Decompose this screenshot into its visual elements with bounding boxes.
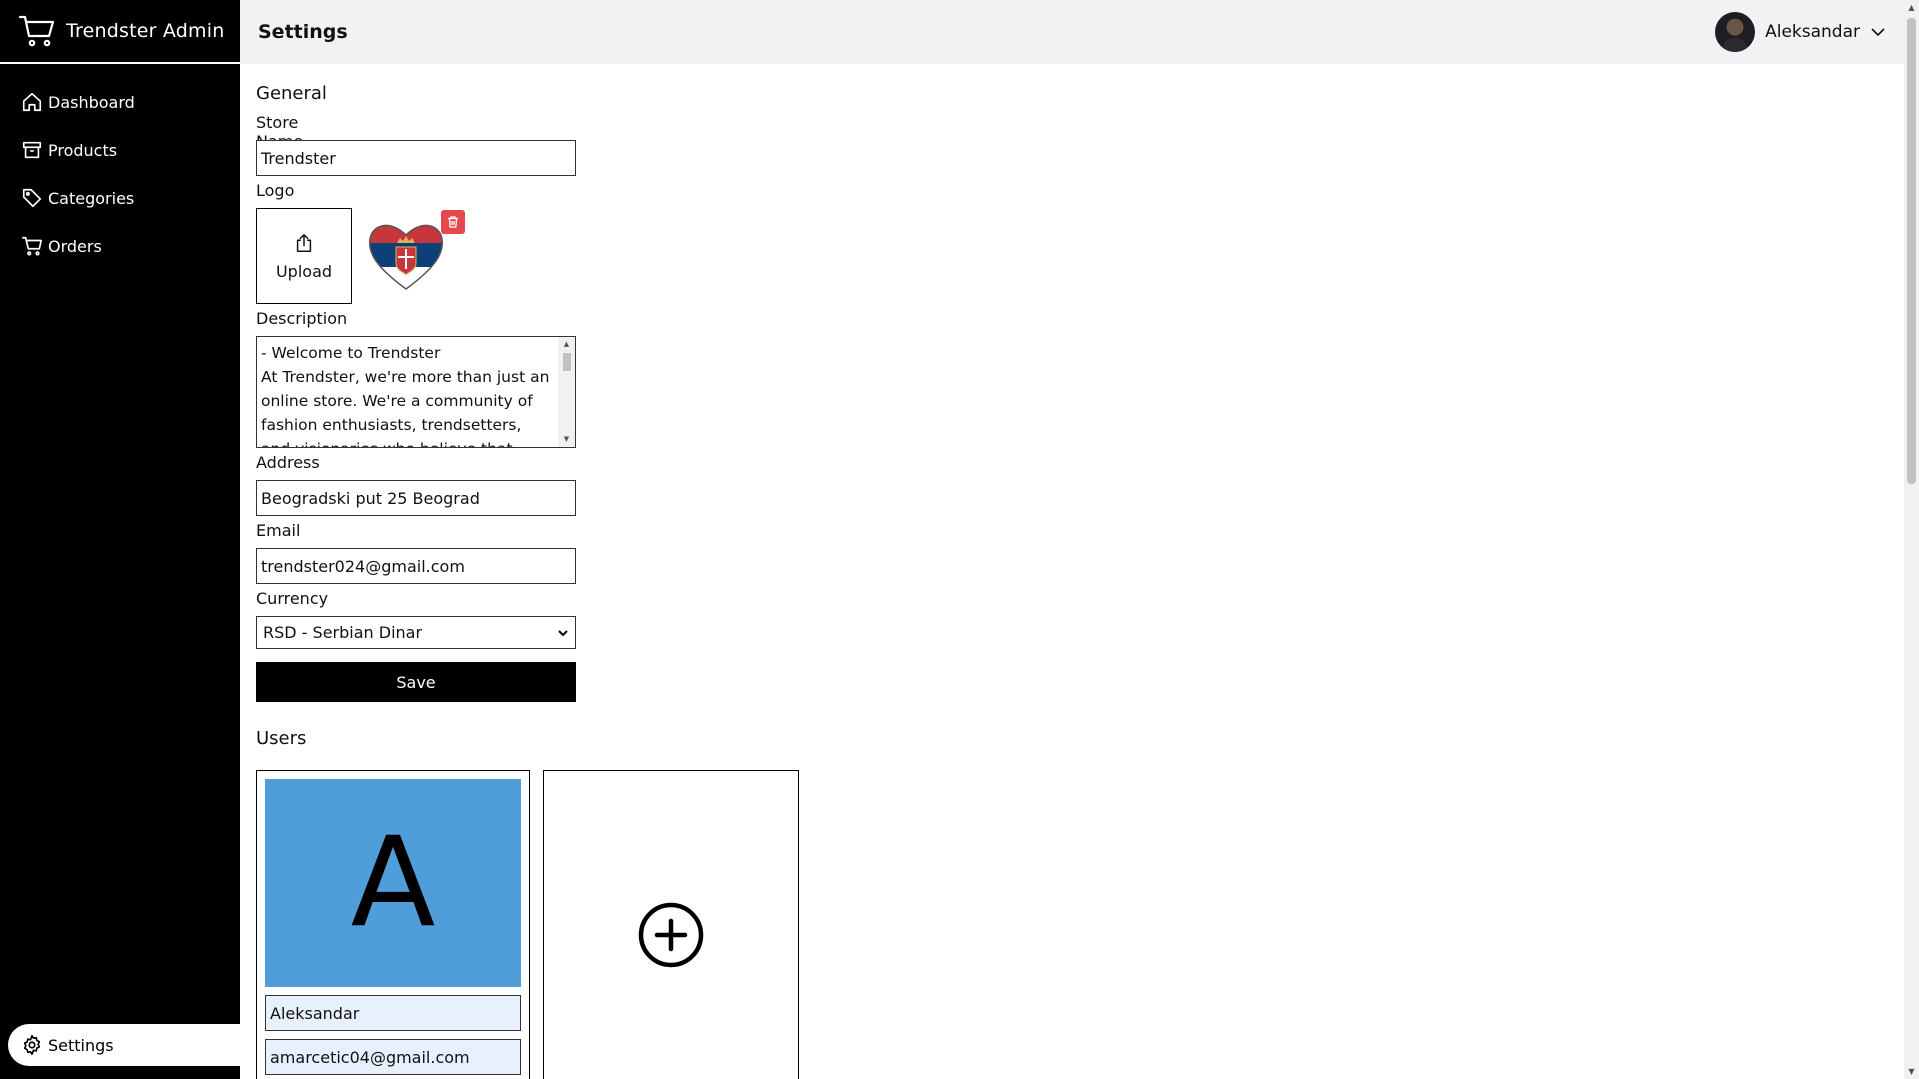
- trash-icon: [448, 216, 458, 228]
- upload-logo-button[interactable]: Upload: [256, 208, 352, 304]
- sidebar-item-label: Orders: [48, 236, 102, 256]
- sidebar-item-label: Categories: [48, 188, 135, 208]
- scrollbar-thumb[interactable]: [1907, 18, 1916, 484]
- sidebar-item-orders[interactable]: Orders: [0, 222, 240, 270]
- save-button[interactable]: Save: [256, 662, 576, 702]
- currency-select[interactable]: RSD - Serbian Dinar: [256, 616, 576, 649]
- user-menu[interactable]: Aleksandar: [1715, 12, 1886, 52]
- store-name-input[interactable]: Trendster: [256, 140, 576, 176]
- user-email-field[interactable]: amarcetic04@gmail.com: [265, 1039, 521, 1075]
- textarea-scroll-thumb[interactable]: [563, 353, 571, 371]
- sidebar-item-label: Products: [48, 140, 118, 160]
- app-title: Trendster Admin: [66, 20, 225, 42]
- description-text: - Welcome to Trendster At Trendster, we'…: [261, 344, 550, 447]
- user-name-field[interactable]: Aleksandar: [265, 995, 521, 1031]
- textarea-scrollbar[interactable]: ▲ ▼: [558, 337, 575, 447]
- description-textarea[interactable]: - Welcome to Trendster At Trendster, we'…: [256, 336, 576, 448]
- sidebar-item-label: Settings: [48, 1035, 114, 1055]
- sidebar-item-dashboard[interactable]: Dashboard: [0, 78, 240, 126]
- sidebar-item-settings[interactable]: Settings: [8, 1024, 240, 1066]
- brand[interactable]: Trendster Admin: [0, 0, 240, 64]
- plus-circle-icon: [638, 902, 704, 968]
- currency-label: Currency: [256, 589, 329, 608]
- cart-icon: [22, 236, 42, 256]
- chevron-down-icon: [1871, 28, 1885, 37]
- upload-icon: [296, 233, 312, 252]
- scroll-up-icon[interactable]: ▲: [558, 337, 575, 352]
- logo-label: Logo: [256, 181, 295, 200]
- chevron-down-icon: [558, 629, 568, 636]
- archive-icon: [22, 141, 42, 159]
- currency-selected-value: RSD - Serbian Dinar: [263, 623, 423, 642]
- users-section-title: Users: [256, 728, 307, 749]
- gear-icon: [23, 1035, 41, 1055]
- description-label: Description: [256, 309, 348, 328]
- page-title: Settings: [258, 21, 348, 43]
- sidebar: Trendster Admin Dashboard Products Categ…: [0, 0, 240, 1079]
- upload-label: Upload: [275, 261, 333, 281]
- sidebar-item-categories[interactable]: Categories: [0, 174, 240, 222]
- email-label: Email: [256, 521, 301, 540]
- add-user-button[interactable]: [543, 770, 799, 1079]
- cart-logo-icon: [18, 15, 55, 47]
- delete-logo-button[interactable]: [441, 210, 465, 234]
- scroll-down-icon[interactable]: ▼: [1904, 1064, 1919, 1079]
- tag-icon: [22, 188, 42, 208]
- address-label: Address: [256, 453, 320, 472]
- general-section-title: General: [256, 83, 327, 104]
- email-input[interactable]: trendster024@gmail.com: [256, 548, 576, 584]
- scroll-up-icon[interactable]: ▲: [1904, 0, 1919, 15]
- store-logo-image: [368, 224, 444, 290]
- page-scrollbar[interactable]: ▲ ▼: [1904, 0, 1919, 1079]
- home-icon: [22, 92, 42, 112]
- sidebar-nav: Dashboard Products Categories Orders: [0, 64, 240, 270]
- user-name: Aleksandar: [1765, 22, 1860, 42]
- avatar: [1715, 12, 1756, 52]
- top-header: Settings Aleksandar: [240, 0, 1904, 64]
- sidebar-item-label: Dashboard: [48, 92, 135, 112]
- scroll-down-icon[interactable]: ▼: [558, 432, 575, 447]
- user-card[interactable]: A Aleksandar amarcetic04@gmail.com: [256, 770, 530, 1079]
- sidebar-item-products[interactable]: Products: [0, 126, 240, 174]
- user-avatar: A: [265, 779, 521, 987]
- address-input[interactable]: Beogradski put 25 Beograd: [256, 480, 576, 516]
